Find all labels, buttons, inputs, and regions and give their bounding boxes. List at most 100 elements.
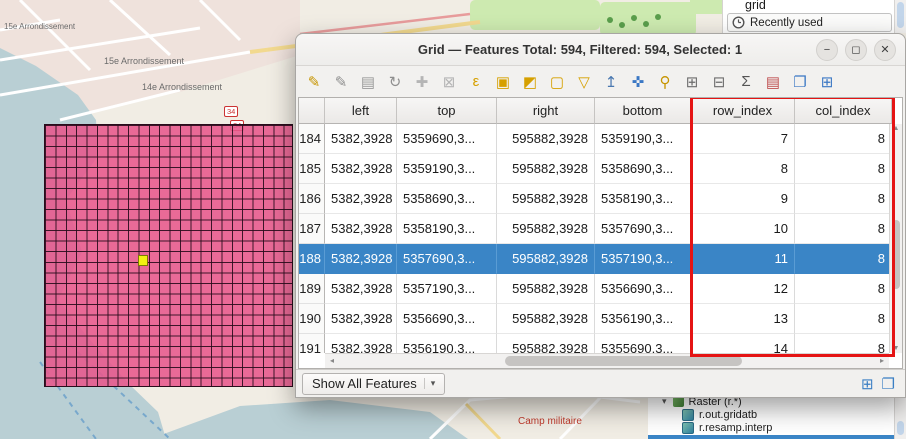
table-row[interactable]: 1905382,39285356690,3...595882,392853561…	[299, 304, 889, 334]
cell-col_index[interactable]: 8	[795, 124, 889, 154]
cell-right[interactable]: 595882,3928	[497, 184, 595, 214]
cell-left[interactable]: 5382,3928	[325, 244, 397, 274]
cell-right[interactable]: 595882,3928	[497, 124, 595, 154]
cell-right[interactable]: 595882,3928	[497, 304, 595, 334]
panel-view-icon[interactable]: ⊞	[815, 70, 839, 93]
cell-row_index[interactable]: 10	[691, 214, 795, 244]
dock-table-icon[interactable]: ❐	[788, 70, 812, 93]
select-by-expression-icon[interactable]: ε	[464, 70, 488, 93]
cell-bottom[interactable]: 5358690,3...	[595, 154, 691, 184]
cell-bottom[interactable]: 5359190,3...	[595, 124, 691, 154]
vertical-scrollbar[interactable]: ▲ ▼	[889, 124, 902, 353]
cell-col_index[interactable]: 8	[795, 214, 889, 244]
filter-form-icon[interactable]: ▽	[572, 70, 596, 93]
move-selection-top-icon[interactable]: ↥	[599, 70, 623, 93]
table-row[interactable]: 1895382,39285357190,3...595882,392853566…	[299, 274, 889, 304]
cell-top[interactable]: 5356190,3...	[397, 334, 497, 353]
zoom-to-selection-icon[interactable]: ⚲	[653, 70, 677, 93]
cell-top[interactable]: 5358690,3...	[397, 184, 497, 214]
cell-bottom[interactable]: 5356190,3...	[595, 304, 691, 334]
cell-top[interactable]: 5358190,3...	[397, 214, 497, 244]
cell-left[interactable]: 5382,3928	[325, 124, 397, 154]
row-number[interactable]: 186	[299, 184, 325, 214]
cell-row_index[interactable]: 12	[691, 274, 795, 304]
cell-bottom[interactable]: 5358190,3...	[595, 184, 691, 214]
toolbox-selected-row-partial[interactable]	[648, 435, 894, 439]
table-row[interactable]: 1885382,39285357690,3...595882,392853571…	[299, 244, 889, 274]
feature-filter-button[interactable]: Show All Features ▾	[302, 373, 445, 395]
cell-right[interactable]: 595882,3928	[497, 154, 595, 184]
vector-grid-layer[interactable]	[44, 124, 293, 387]
column-header-left[interactable]: left	[325, 98, 397, 124]
toggle-editing-icon[interactable]: ✎	[302, 70, 326, 93]
close-button[interactable]: ✕	[874, 39, 896, 61]
table-row[interactable]: 1865382,39285358690,3...595882,392853581…	[299, 184, 889, 214]
pan-to-selection-icon[interactable]: ✜	[626, 70, 650, 93]
toolbox-search-input[interactable]: grid	[745, 0, 766, 12]
row-number[interactable]: 189	[299, 274, 325, 304]
cell-col_index[interactable]: 8	[795, 154, 889, 184]
cell-col_index[interactable]: 8	[795, 304, 889, 334]
table-row[interactable]: 1875382,39285358190,3...595882,392853576…	[299, 214, 889, 244]
row-number[interactable]: 191	[299, 334, 325, 353]
column-header-col_index[interactable]: col_index	[795, 98, 892, 124]
row-number[interactable]: 185	[299, 154, 325, 184]
row-number[interactable]: 188	[299, 244, 325, 274]
column-header-bottom[interactable]: bottom	[595, 98, 691, 124]
cell-left[interactable]: 5382,3928	[325, 274, 397, 304]
table-row[interactable]: 1845382,39285359690,3...595882,392853591…	[299, 124, 889, 154]
multi-edit-icon[interactable]: ✎	[329, 70, 353, 93]
toolbox-algorithm-item[interactable]: r.out.gridatb	[648, 408, 894, 421]
table-row[interactable]: 1855382,39285359190,3...595882,392853586…	[299, 154, 889, 184]
cell-col_index[interactable]: 8	[795, 334, 889, 353]
cell-row_index[interactable]: 7	[691, 124, 795, 154]
delete-field-icon[interactable]: ⊟	[707, 70, 731, 93]
selected-grid-cell[interactable]	[138, 255, 148, 266]
new-field-icon[interactable]: ⊞	[680, 70, 704, 93]
cell-top[interactable]: 5359190,3...	[397, 154, 497, 184]
cell-row_index[interactable]: 13	[691, 304, 795, 334]
delete-selected-icon[interactable]: ⊠	[437, 70, 461, 93]
cell-left[interactable]: 5382,3928	[325, 214, 397, 244]
add-feature-icon[interactable]: ✚	[410, 70, 434, 93]
column-header-row_index[interactable]: row_index	[691, 98, 795, 124]
cell-top[interactable]: 5359690,3...	[397, 124, 497, 154]
cell-row_index[interactable]: 14	[691, 334, 795, 353]
field-calculator-icon[interactable]: Σ	[734, 70, 758, 93]
invert-selection-icon[interactable]: ◩	[518, 70, 542, 93]
cell-left[interactable]: 5382,3928	[325, 184, 397, 214]
cell-right[interactable]: 595882,3928	[497, 334, 595, 353]
cell-bottom[interactable]: 5357690,3...	[595, 214, 691, 244]
row-number[interactable]: 187	[299, 214, 325, 244]
table-corner-cell[interactable]	[299, 98, 325, 124]
cell-col_index[interactable]: 8	[795, 184, 889, 214]
save-edits-icon[interactable]: ▤	[356, 70, 380, 93]
cell-bottom[interactable]: 5356690,3...	[595, 274, 691, 304]
row-number[interactable]: 190	[299, 304, 325, 334]
select-all-icon[interactable]: ▣	[491, 70, 515, 93]
cell-row_index[interactable]: 8	[691, 154, 795, 184]
row-number[interactable]: 184	[299, 124, 325, 154]
maximize-button[interactable]: ◻	[845, 39, 867, 61]
cell-left[interactable]: 5382,3928	[325, 304, 397, 334]
cell-left[interactable]: 5382,3928	[325, 334, 397, 353]
cell-row_index[interactable]: 9	[691, 184, 795, 214]
horizontal-scrollbar[interactable]: ◂ ▸	[325, 353, 889, 368]
table-view-icon[interactable]: ⊞	[861, 375, 874, 393]
table-row[interactable]: 1915382,39285356190,3...595882,392853556…	[299, 334, 889, 353]
cell-row_index[interactable]: 11	[691, 244, 795, 274]
panel-scrollbar[interactable]	[894, 0, 906, 33]
minimize-button[interactable]: −	[816, 39, 838, 61]
cell-right[interactable]: 595882,3928	[497, 244, 595, 274]
cell-bottom[interactable]: 5357190,3...	[595, 244, 691, 274]
cell-top[interactable]: 5356690,3...	[397, 304, 497, 334]
cell-left[interactable]: 5382,3928	[325, 154, 397, 184]
column-header-right[interactable]: right	[497, 98, 595, 124]
dialog-titlebar[interactable]: Grid — Features Total: 594, Filtered: 59…	[296, 34, 905, 66]
conditional-formatting-icon[interactable]: ▤	[761, 70, 785, 93]
toolbox-recently-used-group[interactable]: Recently used	[727, 13, 892, 32]
cell-col_index[interactable]: 8	[795, 244, 889, 274]
reload-icon[interactable]: ↻	[383, 70, 407, 93]
cell-right[interactable]: 595882,3928	[497, 274, 595, 304]
cell-top[interactable]: 5357190,3...	[397, 274, 497, 304]
